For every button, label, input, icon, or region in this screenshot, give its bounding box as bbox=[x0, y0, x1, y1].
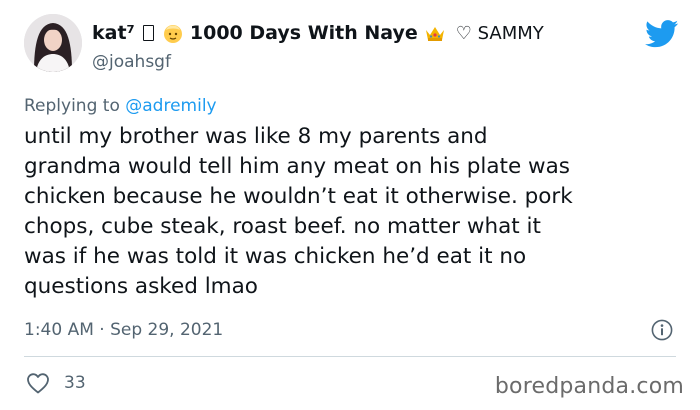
display-name-part-3: ♡ SAMMY bbox=[455, 22, 544, 44]
watermark: boredpanda.com bbox=[494, 374, 684, 399]
display-name[interactable]: kat⁷ 1000 Days With Naye ♡ SAMMY bbox=[92, 22, 544, 44]
crown-emoji-icon bbox=[425, 27, 444, 41]
divider bbox=[24, 356, 676, 357]
like-count: 33 bbox=[64, 373, 86, 393]
replying-to-mention[interactable]: @adremily bbox=[125, 96, 216, 116]
tweet-timestamp[interactable]: 1:40 AM · Sep 29, 2021 bbox=[24, 320, 223, 340]
baby-face-emoji-icon bbox=[163, 25, 182, 43]
tweet-card: kat⁷ 1000 Days With Naye ♡ SAMMY @joahsg… bbox=[0, 0, 700, 410]
reply-context: Replying to @adremily bbox=[24, 96, 217, 116]
display-name-part-1: kat⁷ bbox=[92, 22, 135, 44]
info-icon[interactable] bbox=[651, 319, 673, 341]
avatar[interactable] bbox=[24, 14, 82, 72]
missing-glyph-icon bbox=[142, 25, 154, 41]
display-name-part-2: 1000 Days With Naye bbox=[189, 22, 418, 44]
twitter-bird-icon[interactable] bbox=[645, 20, 679, 48]
heart-icon[interactable] bbox=[26, 372, 50, 394]
user-handle[interactable]: @joahsgf bbox=[92, 52, 171, 72]
tweet-text: until my brother was like 8 my parents a… bbox=[24, 124, 573, 299]
replying-to-label: Replying to bbox=[24, 96, 126, 116]
